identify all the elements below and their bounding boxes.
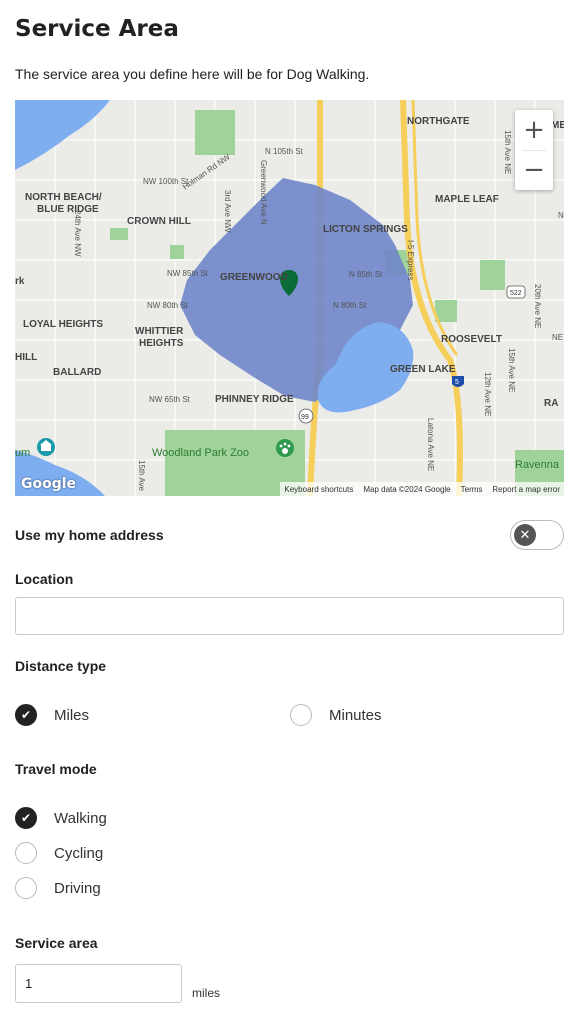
service-area-page: Service Area The service area you define…: [0, 0, 583, 1024]
report-map-error-link[interactable]: Report a map error: [492, 485, 560, 494]
travel-mode-cycling-radio[interactable]: Cycling: [15, 842, 103, 864]
park-area: [480, 260, 505, 290]
location-label: Location: [15, 571, 74, 587]
map-label: BLUE RIDGE: [37, 204, 99, 215]
radio-label: Cycling: [54, 844, 104, 862]
map-label: GREEN LAKE: [390, 364, 456, 375]
radio-label: Walking: [54, 809, 107, 827]
service-area-unit: miles: [192, 986, 221, 1000]
svg-text:99: 99: [301, 414, 309, 421]
checkmark-icon: ✔: [15, 704, 37, 726]
map-label: WHITTIER: [135, 326, 184, 337]
street-label: N: [558, 211, 564, 220]
close-icon: ✕: [514, 524, 536, 546]
service-area-input[interactable]: [15, 964, 182, 1003]
map-data-attribution: Map data ©2024 Google: [363, 484, 451, 494]
distance-type-label: Distance type: [15, 658, 107, 674]
paw-icon: [276, 439, 294, 457]
map-label: HILL: [15, 352, 37, 363]
location-input[interactable]: [15, 597, 564, 635]
zoom-controls: + −: [515, 110, 553, 190]
street-label: N 105th St: [265, 147, 304, 156]
route-shield-5: 5: [452, 376, 464, 387]
street-label: 20th Ave NE: [533, 284, 542, 328]
travel-mode-label: Travel mode: [15, 761, 97, 777]
terms-link[interactable]: Terms: [461, 485, 483, 494]
home-address-toggle[interactable]: ✕: [510, 520, 564, 550]
travel-mode-walking-radio[interactable]: ✔ Walking: [15, 807, 107, 829]
museum-icon: [37, 438, 55, 456]
svg-text:5: 5: [455, 379, 459, 386]
street-label: I-5 Express: [406, 240, 415, 280]
map-label: GREENWOOD: [220, 272, 288, 283]
map-label: um: [15, 447, 30, 459]
map-label: HEIGHTS: [139, 338, 184, 349]
distance-type-miles-radio[interactable]: ✔ Miles: [15, 704, 89, 726]
park-area: [170, 245, 184, 259]
home-address-label: Use my home address: [15, 527, 164, 543]
distance-type-minutes-radio[interactable]: Minutes: [290, 704, 382, 726]
service-area-map[interactable]: NORTHGATE MAPLE LEAF NORTH BEACH/ BLUE R…: [15, 100, 564, 496]
page-title: Service Area: [15, 16, 179, 42]
route-shield-99: 99: [298, 408, 314, 424]
street-label: NE: [552, 333, 563, 342]
street-label: 15th Ave NE: [507, 348, 516, 392]
park-area: [195, 110, 235, 155]
zoom-in-button[interactable]: +: [515, 110, 553, 150]
radio-label: Driving: [54, 879, 101, 897]
radio-label: Minutes: [329, 706, 382, 724]
map-label: Woodland Park Zoo: [152, 447, 249, 459]
travel-mode-driving-radio[interactable]: Driving: [15, 877, 101, 899]
map-label: MAPLE LEAF: [435, 194, 499, 205]
radio-circle: [15, 877, 37, 899]
map-label: BALLARD: [53, 367, 101, 378]
map-label: RA: [544, 398, 558, 409]
google-logo: Google: [21, 476, 77, 492]
map-label: ROOSEVELT: [441, 334, 502, 345]
checkmark-icon: ✔: [15, 807, 37, 829]
street-label: NW 65th St: [149, 395, 191, 404]
map-label: NORTH BEACH/: [25, 192, 102, 203]
radio-circle: [290, 704, 312, 726]
map-label: LOYAL HEIGHTS: [23, 319, 103, 330]
map-label: NORTHGATE: [407, 116, 470, 127]
radio-circle: [15, 842, 37, 864]
page-subtitle: The service area you define here will be…: [15, 66, 370, 82]
map-label: LICTON SPRINGS: [323, 224, 408, 235]
route-shield-522: 522: [506, 285, 526, 299]
street-label: Latona Ave NE: [426, 418, 435, 471]
map-label: Ravenna: [515, 459, 560, 471]
street-label: 15th Ave: [137, 460, 146, 492]
zoom-out-button[interactable]: −: [515, 150, 553, 190]
street-label: Greenwood Ave N: [259, 160, 268, 225]
map-canvas[interactable]: NORTHGATE MAPLE LEAF NORTH BEACH/ BLUE R…: [15, 100, 564, 496]
street-label: N 85th St: [349, 270, 383, 279]
keyboard-shortcuts-link[interactable]: Keyboard shortcuts: [284, 485, 353, 494]
radio-label: Miles: [54, 706, 90, 724]
park-area: [110, 228, 128, 240]
street-label: NW 85th St: [167, 269, 209, 278]
service-area-label: Service area: [15, 935, 98, 951]
street-label: 3rd Ave NW: [223, 190, 232, 233]
svg-text:522: 522: [510, 290, 522, 297]
street-label: NW 80th St: [147, 301, 189, 310]
street-label: 15th Ave NE: [503, 130, 512, 174]
street-label: 24th Ave NW: [73, 210, 82, 257]
map-label: rk: [15, 276, 25, 287]
street-label: 12th Ave NE: [483, 372, 492, 416]
map-footer: Keyboard shortcuts Map data ©2024 Google…: [280, 482, 564, 496]
map-label: PHINNEY RIDGE: [215, 394, 294, 405]
map-label: CROWN HILL: [127, 216, 191, 227]
street-label: N 80th St: [333, 301, 367, 310]
